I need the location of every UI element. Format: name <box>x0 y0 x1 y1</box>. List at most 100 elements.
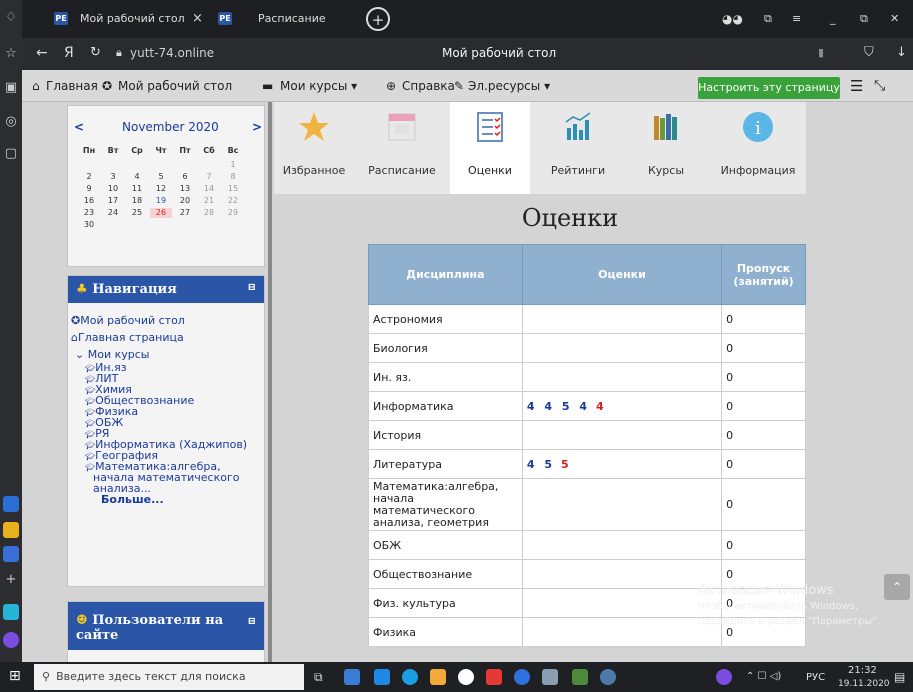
tab-schedule[interactable]: Расписание <box>258 0 326 38</box>
nav-my-courses[interactable]: Мои курсы ▾ <box>280 70 357 102</box>
reload-icon[interactable]: ↻ <box>90 45 101 60</box>
tray-icons[interactable]: ⌃ ☐ ◁) <box>746 671 781 682</box>
calendar-day[interactable]: 7 <box>198 172 220 182</box>
calendar-day[interactable]: 23 <box>78 208 100 218</box>
video-icon[interactable] <box>3 546 19 562</box>
add-icon[interactable]: + <box>3 572 19 588</box>
list-icon[interactable]: ☰ <box>850 70 863 102</box>
collapse-block-icon[interactable]: ⊟ <box>248 282 256 293</box>
edge-icon[interactable] <box>402 669 418 685</box>
calendar-day[interactable]: 6 <box>174 172 196 182</box>
subject-cell[interactable]: История <box>368 420 523 450</box>
tabs-icon[interactable]: ⧉ <box>764 0 772 38</box>
subject-cell[interactable]: Физ. культура <box>368 588 523 618</box>
info-button[interactable]: i Информация <box>714 102 802 194</box>
ratings-button[interactable]: Рейтинги <box>538 102 618 194</box>
menu-icon[interactable]: ≡ <box>792 0 801 38</box>
calendar-day[interactable]: 25 <box>126 208 148 218</box>
extensions-icon[interactable]: ⛉ <box>864 45 874 60</box>
back-icon[interactable]: ← <box>36 45 48 61</box>
calculator-icon[interactable] <box>572 669 588 685</box>
tab-close-icon[interactable]: × <box>192 0 203 38</box>
calendar-day[interactable]: 19 <box>150 196 172 206</box>
language-indicator[interactable]: РУС <box>806 672 825 683</box>
calendar-day[interactable]: 30 <box>78 220 100 230</box>
notifications-icon[interactable]: ▤ <box>894 670 905 684</box>
calendar-day[interactable]: 9 <box>78 184 100 194</box>
calendar-day[interactable]: 26 <box>150 208 172 218</box>
bell-icon[interactable]: ♢ <box>3 10 19 26</box>
task-view-icon[interactable]: ⧉ <box>314 670 323 685</box>
customize-page-button[interactable]: Настроить эту страницу <box>698 77 840 99</box>
subject-cell[interactable]: Обществознание <box>368 559 523 589</box>
alice-icon[interactable] <box>716 669 732 685</box>
bookmark-icon[interactable]: ▮ <box>818 46 824 59</box>
calendar-day[interactable]: 15 <box>222 184 244 194</box>
yandex-browser-icon[interactable] <box>458 669 474 685</box>
collapse-icon[interactable]: ⤡ <box>874 70 885 102</box>
play-icon[interactable] <box>3 604 19 620</box>
bookmark-star-icon[interactable]: ☆ <box>3 46 19 62</box>
calendar-day[interactable]: 4 <box>126 172 148 182</box>
nav-home[interactable]: Главная <box>46 70 98 102</box>
explorer-icon[interactable] <box>344 669 360 685</box>
calendar-day[interactable]: 24 <box>102 208 124 218</box>
publisher-icon[interactable] <box>542 669 558 685</box>
subject-cell[interactable]: Физика <box>368 617 523 647</box>
calendar-day[interactable]: 11 <box>126 184 148 194</box>
incognito-icon[interactable]: ◕◕ <box>722 0 743 38</box>
subject-cell[interactable]: Биология <box>368 333 523 363</box>
calendar-day[interactable]: 10 <box>102 184 124 194</box>
calendar-day[interactable]: 5 <box>150 172 172 182</box>
yandex-icon[interactable] <box>486 669 502 685</box>
calendar-day[interactable]: 3 <box>102 172 124 182</box>
subject-cell[interactable]: Литература <box>368 449 523 479</box>
yandex-icon[interactable]: Я <box>64 45 74 61</box>
course-link[interactable]: 🎓︎ОБЖ <box>85 417 264 428</box>
windows-start-icon[interactable]: ⊞ <box>9 668 21 684</box>
mail-app-icon[interactable] <box>374 669 390 685</box>
schedule-button[interactable]: Расписание <box>362 102 442 194</box>
scroll-top-button[interactable]: ⌃ <box>884 574 910 600</box>
paint-icon[interactable] <box>600 669 616 685</box>
subject-cell[interactable]: Математика:алгебра, начала математическо… <box>368 478 523 531</box>
calendar-day[interactable]: 21 <box>198 196 220 206</box>
calendar-day[interactable]: 29 <box>222 208 244 218</box>
alice-icon[interactable] <box>3 632 19 648</box>
maximize-icon[interactable]: ⧉ <box>860 0 868 38</box>
calendar-day[interactable]: 18 <box>126 196 148 206</box>
calendar-day[interactable]: 17 <box>102 196 124 206</box>
media-icon[interactable]: ◎ <box>3 114 19 130</box>
calendar-day[interactable]: 20 <box>174 196 196 206</box>
notes-icon[interactable]: ▣ <box>3 80 19 96</box>
skype-icon[interactable] <box>514 669 530 685</box>
app-icon[interactable] <box>3 496 19 512</box>
collapse-block-icon[interactable]: ⊟ <box>248 614 256 629</box>
calendar-day[interactable]: 2 <box>78 172 100 182</box>
nav-help[interactable]: Справка <box>402 70 455 102</box>
calendar-day[interactable]: 8 <box>222 172 244 182</box>
next-month-button[interactable]: > <box>252 120 262 134</box>
tabs-count-icon[interactable]: ▢ <box>3 146 19 162</box>
subject-cell[interactable]: ОБЖ <box>368 530 523 560</box>
nav-resources[interactable]: Эл.ресурсы ▾ <box>468 70 550 102</box>
download-icon[interactable]: ↓ <box>896 45 907 60</box>
calendar-day[interactable]: 27 <box>174 208 196 218</box>
subject-cell[interactable]: Информатика <box>368 391 523 421</box>
courses-button[interactable]: Курсы <box>626 102 706 194</box>
url-field[interactable]: yutt-74.online <box>130 46 214 60</box>
nav-link-dashboard[interactable]: ✪Мой рабочий стол <box>71 315 264 332</box>
close-window-icon[interactable]: ✕ <box>890 0 899 38</box>
minimize-icon[interactable]: _ <box>830 0 836 38</box>
subject-cell[interactable]: Астрономия <box>368 304 523 334</box>
favorites-button[interactable]: Избранное <box>274 102 354 194</box>
more-link[interactable]: Больше... <box>71 494 264 508</box>
nav-dashboard[interactable]: Мой рабочий стол <box>118 70 232 102</box>
subject-cell[interactable]: Ин. яз. <box>368 362 523 392</box>
taskbar-search[interactable]: ⚲ Введите здесь текст для поиска <box>34 664 304 690</box>
calendar-day[interactable]: 16 <box>78 196 100 206</box>
tab-my-desktop[interactable]: Мой рабочий стол <box>80 0 185 38</box>
calendar-day[interactable]: 22 <box>222 196 244 206</box>
clock-date[interactable]: 19.11.2020 <box>838 679 890 689</box>
mail-icon[interactable] <box>3 522 19 538</box>
